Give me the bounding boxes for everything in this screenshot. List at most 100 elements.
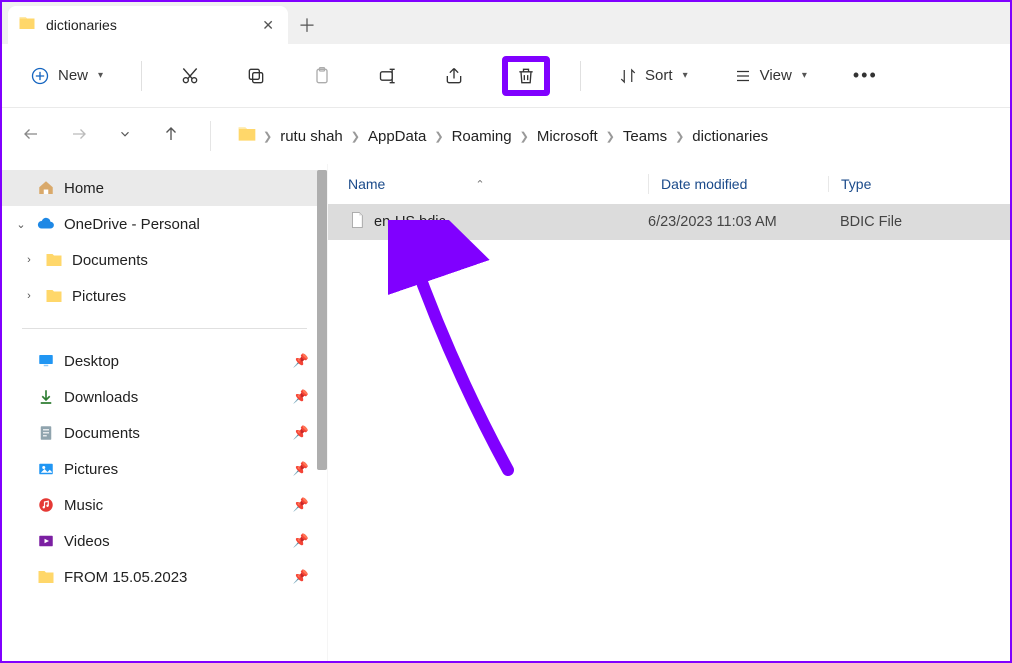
sort-button-label: Sort <box>645 67 673 84</box>
new-button[interactable]: New ▾ <box>22 60 111 92</box>
scrollbar[interactable] <box>317 170 327 470</box>
column-headers: Name ⌃ Date modified Type <box>328 164 1010 204</box>
sidebar-item-pictures[interactable]: › Pictures <box>2 278 327 314</box>
sidebar-item-videos[interactable]: Videos 📌 <box>2 523 327 559</box>
chevron-down-icon[interactable]: ⌄ <box>14 218 28 231</box>
chevron-right-icon[interactable]: ❯ <box>263 130 272 143</box>
folder-icon <box>237 124 257 148</box>
sort-button[interactable]: Sort ▾ <box>611 61 696 91</box>
chevron-right-icon[interactable]: ❯ <box>606 130 615 143</box>
tab-strip: dictionaries ✕ ＋ <box>2 2 1010 44</box>
desktop-icon <box>36 352 56 370</box>
nav-bar: ❯ rutu shah ❯ AppData ❯ Roaming ❯ Micros… <box>2 108 1010 164</box>
document-icon <box>36 424 56 442</box>
sidebar-item-label: Documents <box>64 425 285 442</box>
separator <box>580 61 581 91</box>
breadcrumb-segment[interactable]: rutu shah <box>278 124 345 149</box>
file-type: BDIC File <box>828 214 990 230</box>
sidebar-item-downloads[interactable]: Downloads 📌 <box>2 379 327 415</box>
chevron-right-icon[interactable]: ❯ <box>675 130 684 143</box>
folder-icon <box>36 568 56 586</box>
chevron-right-icon[interactable]: ❯ <box>351 130 360 143</box>
sidebar-item-label: Pictures <box>64 461 285 478</box>
new-button-label: New <box>58 67 88 84</box>
forward-button[interactable] <box>66 121 92 152</box>
file-list-pane: Name ⌃ Date modified Type en-US.bdic 6/2… <box>327 164 1010 661</box>
close-tab-icon[interactable]: ✕ <box>258 17 278 34</box>
pictures-icon <box>36 460 56 478</box>
recent-locations-button[interactable] <box>114 123 136 150</box>
new-tab-button[interactable]: ＋ <box>288 12 326 38</box>
file-date: 6/23/2023 11:03 AM <box>648 214 828 230</box>
sort-indicator-icon: ⌃ <box>475 178 484 191</box>
chevron-down-icon: ▾ <box>802 70 807 81</box>
tab-title: dictionaries <box>46 17 248 33</box>
rename-button[interactable] <box>370 60 406 92</box>
cloud-icon <box>36 215 56 233</box>
delete-button[interactable] <box>502 56 550 96</box>
sidebar-item-label: Downloads <box>64 389 285 406</box>
column-header-date[interactable]: Date modified <box>661 176 747 192</box>
window-tab[interactable]: dictionaries ✕ <box>8 6 288 44</box>
share-button[interactable] <box>436 60 472 92</box>
column-header-type[interactable]: Type <box>841 176 871 192</box>
pin-icon[interactable]: 📌 <box>293 353 309 369</box>
file-name: en-US.bdic <box>374 214 446 230</box>
copy-button[interactable] <box>238 60 274 92</box>
separator <box>22 328 307 329</box>
navigation-pane: Home ⌄ OneDrive - Personal › Documents ›… <box>2 164 327 661</box>
paste-button[interactable] <box>304 60 340 92</box>
sidebar-item-label: Documents <box>72 252 309 269</box>
address-bar[interactable]: ❯ rutu shah ❯ AppData ❯ Roaming ❯ Micros… <box>237 124 770 149</box>
breadcrumb-segment[interactable]: Teams <box>621 124 669 149</box>
pin-icon[interactable]: 📌 <box>293 533 309 549</box>
pin-icon[interactable]: 📌 <box>293 569 309 585</box>
pin-icon[interactable]: 📌 <box>293 497 309 513</box>
sidebar-item-label: OneDrive - Personal <box>64 216 309 233</box>
breadcrumb-segment[interactable]: dictionaries <box>690 124 770 149</box>
more-button[interactable]: ••• <box>845 59 886 92</box>
back-button[interactable] <box>18 121 44 152</box>
pin-icon[interactable]: 📌 <box>293 389 309 405</box>
sidebar-item-label: FROM 15.05.2023 <box>64 569 285 586</box>
breadcrumb-segment[interactable]: AppData <box>366 124 428 149</box>
chevron-right-icon[interactable]: ❯ <box>520 130 529 143</box>
sidebar-item-label: Desktop <box>64 353 285 370</box>
sidebar-item-documents-quick[interactable]: Documents 📌 <box>2 415 327 451</box>
pin-icon[interactable]: 📌 <box>293 461 309 477</box>
sidebar-item-pictures-quick[interactable]: Pictures 📌 <box>2 451 327 487</box>
file-icon <box>348 211 366 233</box>
sidebar-item-home[interactable]: Home <box>2 170 327 206</box>
pin-icon[interactable]: 📌 <box>293 425 309 441</box>
cut-button[interactable] <box>172 60 208 92</box>
separator <box>141 61 142 91</box>
chevron-down-icon: ▾ <box>98 70 103 81</box>
folder-icon <box>44 251 64 269</box>
folder-icon <box>44 287 64 305</box>
folder-icon <box>18 14 36 37</box>
home-icon <box>36 179 56 197</box>
sidebar-item-label: Home <box>64 180 309 197</box>
breadcrumb-segment[interactable]: Roaming <box>450 124 514 149</box>
music-icon <box>36 496 56 514</box>
sidebar-item-label: Music <box>64 497 285 514</box>
column-header-name[interactable]: Name <box>348 176 385 192</box>
sidebar-item-documents[interactable]: › Documents <box>2 242 327 278</box>
breadcrumb-segment[interactable]: Microsoft <box>535 124 600 149</box>
view-button-label: View <box>760 67 792 84</box>
toolbar: New ▾ Sort ▾ View ▾ ••• <box>2 44 1010 108</box>
file-row[interactable]: en-US.bdic 6/23/2023 11:03 AM BDIC File <box>328 204 1010 240</box>
chevron-right-icon[interactable]: › <box>22 290 36 302</box>
sidebar-item-music[interactable]: Music 📌 <box>2 487 327 523</box>
sidebar-item-desktop[interactable]: Desktop 📌 <box>2 343 327 379</box>
annotation-arrow <box>388 220 528 500</box>
sidebar-item-custom-folder[interactable]: FROM 15.05.2023 📌 <box>2 559 327 595</box>
sidebar-item-onedrive[interactable]: ⌄ OneDrive - Personal <box>2 206 327 242</box>
sidebar-item-label: Videos <box>64 533 285 550</box>
view-button[interactable]: View ▾ <box>726 61 815 91</box>
chevron-right-icon[interactable]: ❯ <box>434 130 443 143</box>
chevron-right-icon[interactable]: › <box>22 254 36 266</box>
sidebar-item-label: Pictures <box>72 288 309 305</box>
up-button[interactable] <box>158 121 184 152</box>
videos-icon <box>36 532 56 550</box>
